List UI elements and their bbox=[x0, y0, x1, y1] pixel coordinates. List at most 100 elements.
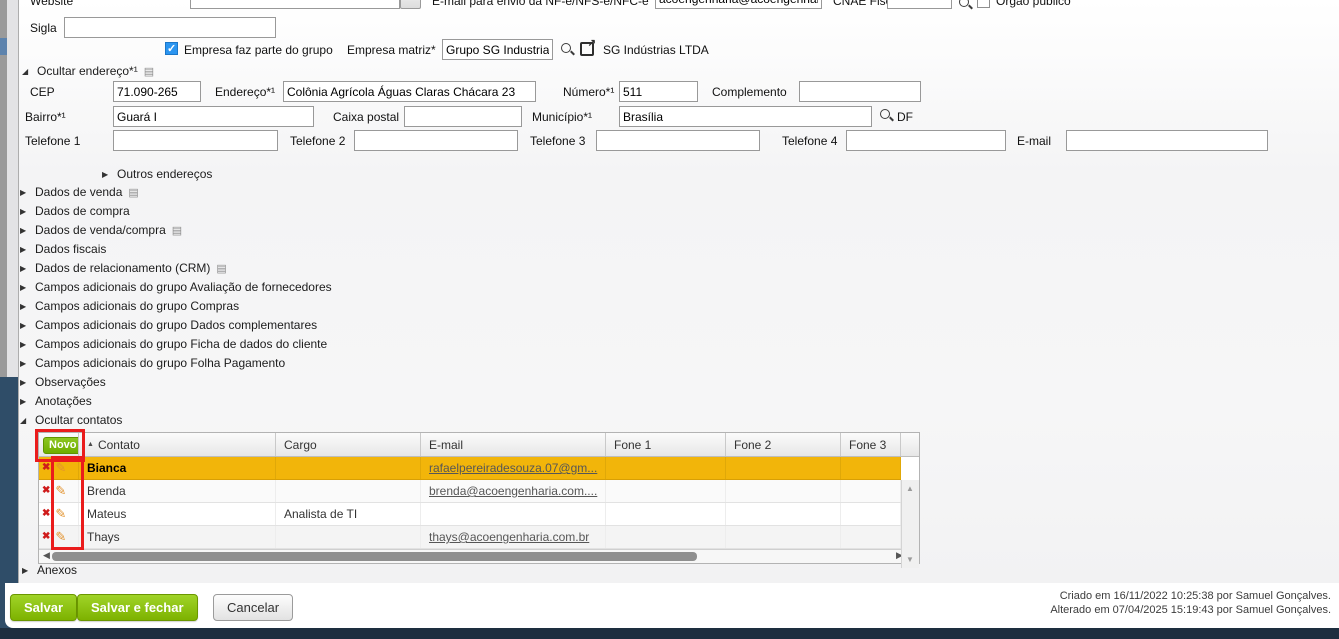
cep-label: CEP bbox=[30, 85, 55, 99]
telefone2-label: Telefone 2 bbox=[290, 134, 346, 148]
section-item-avaliacao-fornecedores[interactable]: ▶ Campos adicionais do grupo Avaliação d… bbox=[20, 278, 332, 296]
cell-fone3 bbox=[841, 457, 901, 479]
email-link[interactable]: brenda@acoengenharia.com.... bbox=[429, 484, 597, 498]
section-item-compras[interactable]: ▶ Campos adicionais do grupo Compras bbox=[20, 297, 239, 315]
table-row[interactable]: ✖ ✎ Bianca rafaelpereiradesouza.07@gm... bbox=[39, 457, 901, 480]
scroll-down-icon[interactable]: ▼ bbox=[906, 555, 914, 564]
save-button[interactable]: Salvar bbox=[10, 594, 78, 621]
section-item-crm[interactable]: ▶ Dados de relacionamento (CRM) ▤ bbox=[20, 259, 227, 277]
municipio-input[interactable] bbox=[619, 106, 872, 127]
collapse-icon: ▶ bbox=[20, 377, 27, 387]
bairro-input[interactable] bbox=[113, 106, 314, 127]
section-item-folha-pagamento[interactable]: ▶ Campos adicionais do grupo Folha Pagam… bbox=[20, 354, 285, 372]
numero-label: Número*¹ bbox=[563, 85, 615, 99]
table-row[interactable]: ✖ ✎ Brenda brenda@acoengenharia.com.... bbox=[39, 480, 901, 503]
column-header-fone3[interactable]: Fone 3 bbox=[841, 433, 901, 456]
delete-row-icon[interactable]: ✖ bbox=[42, 457, 50, 479]
edit-row-icon[interactable]: ✎ bbox=[55, 457, 66, 479]
envelope-button[interactable]: ✉ bbox=[400, 0, 421, 9]
scrollbar-thumb[interactable] bbox=[52, 552, 697, 561]
telefone1-input[interactable] bbox=[113, 130, 278, 151]
scroll-up-icon[interactable]: ▲ bbox=[906, 484, 914, 493]
table-row[interactable]: ✖ ✎ Thays thays@acoengenharia.com.br bbox=[39, 526, 901, 549]
section-item-dados-compra[interactable]: ▶ Dados de compra bbox=[20, 202, 130, 220]
cell-cargo bbox=[276, 457, 421, 479]
section-item-dados-complementares[interactable]: ▶ Campos adicionais do grupo Dados compl… bbox=[20, 316, 317, 334]
external-link-icon[interactable]: ↗ bbox=[580, 38, 596, 56]
grupo-checkbox[interactable]: ✓ bbox=[165, 42, 178, 55]
delete-row-icon[interactable]: ✖ bbox=[42, 480, 50, 502]
column-header-email[interactable]: E-mail bbox=[421, 433, 606, 456]
delete-row-icon[interactable]: ✖ bbox=[42, 526, 50, 548]
collapse-icon: ▶ bbox=[20, 282, 27, 292]
arrow-up-right-icon: ↗ bbox=[587, 38, 596, 49]
collapse-icon: ▶ bbox=[20, 263, 27, 273]
section-item-dados-fiscais[interactable]: ▶ Dados fiscais bbox=[20, 240, 106, 258]
table-horizontal-scrollbar[interactable]: ◀ ▶ bbox=[39, 549, 919, 563]
check-icon: ✓ bbox=[167, 43, 177, 55]
audit-info: Criado em 16/11/2022 10:25:38 por Samuel… bbox=[1050, 589, 1331, 617]
caixa-postal-input[interactable] bbox=[404, 106, 522, 127]
column-header-cargo[interactable]: Cargo bbox=[276, 433, 421, 456]
save-close-button[interactable]: Salvar e fechar bbox=[77, 594, 198, 621]
left-scrollbar-thumb[interactable] bbox=[0, 38, 7, 55]
cnae-input[interactable] bbox=[887, 0, 952, 9]
section-header-endereco[interactable]: ◢ Ocultar endereço*¹ ▤ bbox=[22, 62, 154, 80]
section-title: Observações bbox=[35, 375, 106, 389]
email-input[interactable] bbox=[1066, 130, 1268, 151]
left-gutter bbox=[7, 0, 18, 377]
nf-email-input[interactable] bbox=[655, 0, 822, 9]
endereco-input[interactable] bbox=[283, 81, 536, 102]
sigla-input[interactable] bbox=[64, 17, 276, 38]
telefone4-input[interactable] bbox=[846, 130, 1006, 151]
collapse-icon: ▶ bbox=[20, 225, 27, 235]
numero-input[interactable] bbox=[619, 81, 698, 102]
cell-contato: Thays bbox=[79, 526, 276, 548]
section-item-anotacoes[interactable]: ▶ Anotações bbox=[20, 392, 92, 410]
novo-button[interactable]: Novo bbox=[43, 437, 78, 454]
section-anexos[interactable]: ▶ Anexos bbox=[22, 561, 77, 579]
column-label: Fone 1 bbox=[614, 437, 652, 452]
column-label: Contato bbox=[97, 437, 140, 452]
table-body: ✖ ✎ Bianca rafaelpereiradesouza.07@gm...… bbox=[39, 457, 919, 568]
column-header-contato[interactable]: ▲ Contato bbox=[79, 433, 276, 456]
table-row[interactable]: ✖ ✎ Mateus Analista de TI bbox=[39, 503, 901, 526]
section-item-dados-venda[interactable]: ▶ Dados de venda ▤ bbox=[20, 183, 139, 201]
left-scrollbar[interactable] bbox=[0, 0, 7, 377]
section-title: Dados fiscais bbox=[35, 242, 107, 256]
complemento-input[interactable] bbox=[799, 81, 921, 102]
column-header-fone1[interactable]: Fone 1 bbox=[606, 433, 726, 456]
table-vertical-scrollbar[interactable]: ▲ ▼ bbox=[901, 480, 919, 568]
section-item-dados-venda-compra[interactable]: ▶ Dados de venda/compra ▤ bbox=[20, 221, 182, 239]
cancel-button[interactable]: Cancelar bbox=[213, 594, 294, 621]
telefone2-input[interactable] bbox=[354, 130, 518, 151]
header-cell-actions: Novo bbox=[39, 433, 79, 456]
search-icon[interactable] bbox=[879, 108, 893, 122]
created-text: Criado em 16/11/2022 10:25:38 por Samuel… bbox=[1059, 590, 1331, 602]
section-title: Ocultar contatos bbox=[35, 413, 123, 427]
delete-row-icon[interactable]: ✖ bbox=[42, 503, 50, 525]
doc-icon: ▤ bbox=[143, 65, 155, 78]
orgao-publico-checkbox[interactable] bbox=[977, 0, 990, 8]
email-link[interactable]: rafaelpereiradesouza.07@gm... bbox=[429, 461, 597, 475]
email-link[interactable]: thays@acoengenharia.com.br bbox=[429, 530, 589, 544]
section-item-ficha-cliente[interactable]: ▶ Campos adicionais do grupo Ficha de da… bbox=[20, 335, 327, 353]
edit-row-icon[interactable]: ✎ bbox=[55, 480, 66, 502]
search-icon[interactable] bbox=[560, 42, 574, 56]
section-outros-enderecos[interactable]: ▶ Outros endereços bbox=[102, 165, 212, 183]
section-item-observacoes[interactable]: ▶ Observações bbox=[20, 373, 106, 391]
column-header-fone2[interactable]: Fone 2 bbox=[726, 433, 841, 456]
empresa-matriz-input[interactable] bbox=[442, 39, 553, 60]
website-input[interactable] bbox=[190, 0, 400, 9]
collapse-icon: ▶ bbox=[20, 206, 27, 216]
section-title: Dados de venda bbox=[35, 185, 123, 199]
nf-email-label: E-mail para envio da NF-e/NFS-e/NFC-e bbox=[432, 0, 649, 8]
telefone3-input[interactable] bbox=[596, 130, 760, 151]
edit-row-icon[interactable]: ✎ bbox=[55, 503, 66, 525]
scroll-left-icon[interactable]: ◀ bbox=[43, 550, 50, 561]
cep-input[interactable] bbox=[113, 81, 201, 102]
search-icon[interactable] bbox=[958, 0, 972, 10]
section-header-contatos[interactable]: ◢ Ocultar contatos bbox=[20, 411, 122, 429]
edit-row-icon[interactable]: ✎ bbox=[55, 526, 66, 548]
grupo-checkbox-label: Empresa faz parte do grupo bbox=[184, 43, 333, 57]
